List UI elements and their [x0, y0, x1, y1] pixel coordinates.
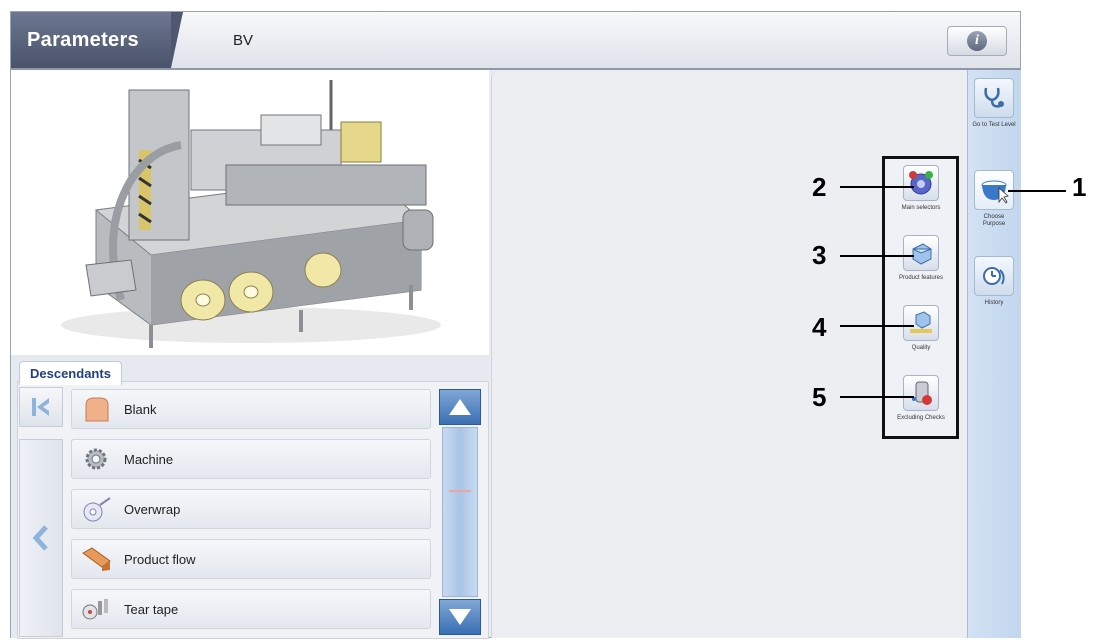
callout-line-1: [1008, 190, 1066, 192]
page-title: Parameters: [11, 12, 183, 68]
tear-tape-icon: [80, 595, 112, 623]
submenu-item-label: Main selectors: [901, 205, 941, 211]
scroll-track[interactable]: [442, 427, 478, 597]
sidebar-item-label: Choose Purpose: [982, 214, 1006, 227]
callout-line-4: [840, 325, 914, 327]
machine-illustration: [61, 80, 441, 348]
page-subtitle: BV: [233, 31, 254, 49]
quality-icon: [903, 305, 939, 341]
sidebar-item-label: Go to Test Level: [972, 122, 1016, 128]
main-selectors-icon: [903, 165, 939, 201]
list-item-blank[interactable]: Blank: [71, 389, 431, 429]
list-item-label: Overwrap: [124, 501, 181, 517]
excluding-checks-button[interactable]: Excluding Checks: [889, 373, 953, 439]
callout-line-3: [840, 255, 914, 257]
list-item-machine[interactable]: Machine: [71, 439, 431, 479]
scroll-grip[interactable]: [449, 490, 471, 492]
triangle-down-icon: [449, 609, 471, 625]
history-button[interactable]: History: [972, 252, 1016, 328]
descendants-tab[interactable]: Descendants: [19, 361, 122, 385]
choose-purpose-button[interactable]: Choose Purpose: [972, 166, 1016, 242]
gear-icon: [80, 445, 112, 473]
machine-illustration-panel: [11, 70, 489, 355]
right-toolbar: Go to Test Level Choose Purpose History: [967, 70, 1021, 638]
previous-button[interactable]: [19, 439, 63, 637]
header-bar: Parameters BV i: [11, 12, 1020, 70]
list-item-label: Tear tape: [124, 601, 179, 617]
chevron-left-icon: [32, 525, 48, 551]
list-item-product-flow[interactable]: Product flow: [71, 539, 431, 579]
list-item-label: Product flow: [124, 551, 196, 567]
triangle-up-icon: [449, 399, 471, 415]
stethoscope-icon: [974, 78, 1014, 118]
callout-number-1: 1: [1072, 172, 1087, 202]
scroll-up-button[interactable]: [439, 389, 481, 425]
callout-line-2: [840, 186, 914, 188]
list-item-label: Blank: [124, 401, 157, 417]
first-page-button[interactable]: [19, 387, 63, 427]
blank-icon: [80, 395, 112, 423]
scroll-down-button[interactable]: [439, 599, 481, 635]
history-stethoscope-icon: [974, 256, 1014, 296]
callout-number-5: 5: [812, 382, 827, 412]
list-item-tear-tape[interactable]: Tear tape: [71, 589, 431, 629]
callout-line-5: [840, 396, 914, 398]
quality-button[interactable]: Quality: [889, 303, 953, 369]
product-flow-icon: [80, 545, 112, 573]
product-features-icon: [903, 235, 939, 271]
callout-number-4: 4: [812, 312, 827, 342]
sidebar-item-label: History: [984, 300, 1004, 306]
submenu-item-label: Product features: [898, 275, 944, 281]
product-features-button[interactable]: Product features: [889, 233, 953, 299]
info-button[interactable]: i: [947, 26, 1007, 56]
skip-first-icon: [32, 398, 49, 416]
submenu-item-label: Quality: [911, 345, 931, 351]
overwrap-roll-icon: [80, 495, 112, 523]
descendants-panel: Descendants Blank Machine Overwrap Produ…: [11, 355, 489, 639]
info-icon: i: [967, 31, 987, 51]
list-item-label: Machine: [124, 451, 174, 467]
main-selectors-button[interactable]: Main selectors: [889, 163, 953, 229]
go-to-test-level-button[interactable]: Go to Test Level: [972, 74, 1016, 150]
submenu-item-label: Excluding Checks: [897, 415, 945, 421]
callout-number-3: 3: [812, 240, 827, 270]
list-scrollbar[interactable]: [439, 389, 481, 635]
callout-number-2: 2: [812, 172, 827, 202]
excluding-checks-icon: [903, 375, 939, 411]
list-item-overwrap[interactable]: Overwrap: [71, 489, 431, 529]
